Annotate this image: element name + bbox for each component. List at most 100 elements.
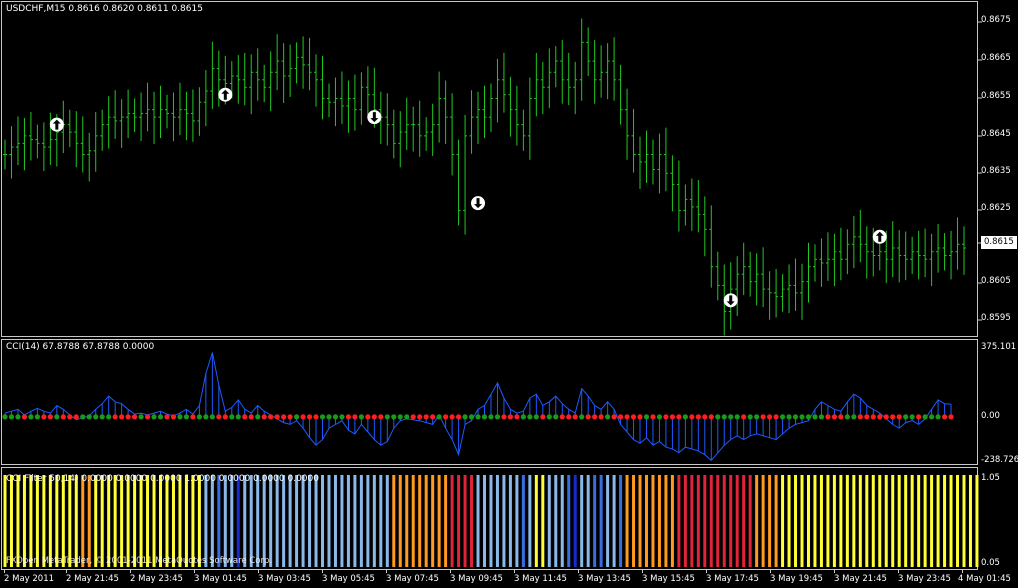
time-axis-tick (578, 570, 579, 573)
cci-dot-down (890, 414, 896, 420)
filter-header: CCI Filter 50,14) 0.0000 0.0000 0.0000 1… (6, 474, 319, 484)
cci-dot-down (676, 414, 682, 420)
cci-dot-up (138, 414, 144, 420)
cci-dot-down (566, 414, 572, 420)
cci-dot-down (261, 414, 267, 420)
time-axis-label: 2 May 2011 (4, 574, 55, 584)
cci-dot-up (520, 414, 526, 420)
cci-dot-up (196, 414, 202, 420)
cci-dot-down (274, 414, 280, 420)
cci-dot-down (73, 414, 79, 420)
cci-dot-up (34, 414, 40, 420)
cci-dot-up (747, 414, 753, 420)
cci-dot-up (805, 414, 812, 420)
time-axis-tick (898, 570, 899, 573)
cci-dot-down (222, 414, 228, 420)
cci-dot-down (948, 414, 954, 420)
cci-dot-down (559, 414, 565, 420)
cci-dot-up (468, 414, 475, 420)
cci-dot-down (164, 414, 170, 420)
cci-dot-down (857, 414, 863, 420)
cci-dot-up (339, 414, 345, 420)
cci-dot-down (287, 414, 293, 420)
time-axis-tick (66, 570, 67, 573)
cci-dot-down (689, 414, 695, 420)
cci-dot-up (203, 414, 209, 420)
cci-dot-down (669, 414, 676, 420)
cci-dot-up (397, 414, 403, 420)
cci-dot-down (67, 414, 73, 420)
cci-dot-down (190, 414, 196, 420)
cci-dot-up (527, 414, 533, 420)
cci-dot-up (462, 414, 468, 420)
cci-dot-down (663, 414, 669, 420)
chart-window[interactable]: USDCHF,M15 0.8616 0.8620 0.8611 0.8615 C… (0, 0, 1018, 588)
cci-dot-up (546, 414, 552, 420)
cci-dot-up (209, 414, 215, 420)
cci-dot-down (773, 414, 779, 420)
cci-dot-down (864, 414, 870, 420)
cci-dot-up (177, 414, 183, 420)
cci-dot-down (300, 414, 306, 420)
cci-dot-up (929, 414, 935, 420)
cci-dot-up (8, 414, 15, 420)
filter-axis-label: 1.05 (981, 473, 1000, 483)
cci-dot-down (378, 414, 384, 420)
price-axis-label: 0.8675 (981, 15, 1011, 25)
time-axis-tick (962, 570, 963, 573)
cci-dot-up (99, 414, 105, 420)
cci-dot-down (455, 414, 462, 420)
cci-dot-down (838, 414, 844, 420)
cci-dot-down (60, 414, 66, 420)
time-axis-tick (450, 570, 451, 573)
cci-dot-up (851, 414, 857, 420)
cci-dot-down (306, 414, 313, 420)
cci-dot-up (157, 414, 164, 420)
time-axis-label: 3 May 21:45 (834, 574, 887, 584)
cci-dot-down (125, 414, 131, 420)
cci-dot-down (365, 414, 371, 420)
cci-dot-down (877, 414, 883, 420)
cci-dot-up (734, 414, 740, 420)
cci-dot-up (93, 414, 99, 420)
cci-dot-down (592, 414, 598, 420)
cci-axis-label: 375.101 (981, 342, 1017, 352)
cci-dot-down (514, 414, 520, 420)
cci-dot-down (449, 414, 455, 420)
cci-dot-down (242, 414, 248, 420)
cci-dot-up (28, 414, 34, 420)
cci-dot-up (779, 414, 786, 420)
cci-dot-down (585, 414, 591, 420)
cci-dot-up (922, 414, 928, 420)
cci-dot-up (786, 414, 792, 420)
time-axis-label: 3 May 01:45 (194, 574, 247, 584)
plot-layer (2, 18, 982, 567)
time-axis-label: 3 May 23:45 (898, 574, 951, 584)
cci-dot-up (80, 414, 86, 420)
cci-dot-up (656, 414, 663, 420)
cci-dot-down (624, 414, 630, 420)
cci-dot-up (106, 414, 112, 420)
time-axis-label: 3 May 05:45 (322, 574, 375, 584)
cci-dot-up (481, 414, 488, 420)
time-axis-label: 3 May 15:45 (642, 574, 695, 584)
cci-dot-up (488, 414, 494, 420)
cci-line (4, 352, 952, 462)
time-axis-tick (258, 570, 259, 573)
cci-dot-down (443, 414, 449, 420)
cci-dot-up (818, 414, 825, 420)
cci-dot-down (941, 414, 948, 420)
cci-dot-down (281, 414, 287, 420)
cci-dot-up (391, 414, 397, 420)
time-axis-tick (642, 570, 643, 573)
cci-dot-up (384, 414, 390, 420)
cci-dot-down (870, 414, 876, 420)
time-axis-label: 3 May 11:45 (514, 574, 567, 584)
time-axis-tick (834, 570, 835, 573)
cci-axis-label: -238.726 (981, 455, 1018, 465)
cci-dot-down (170, 414, 177, 420)
cci-dot-up (332, 414, 339, 420)
cci-dot-up (151, 414, 157, 420)
cci-dot-up (715, 414, 721, 420)
cci-dot-down (47, 414, 53, 420)
